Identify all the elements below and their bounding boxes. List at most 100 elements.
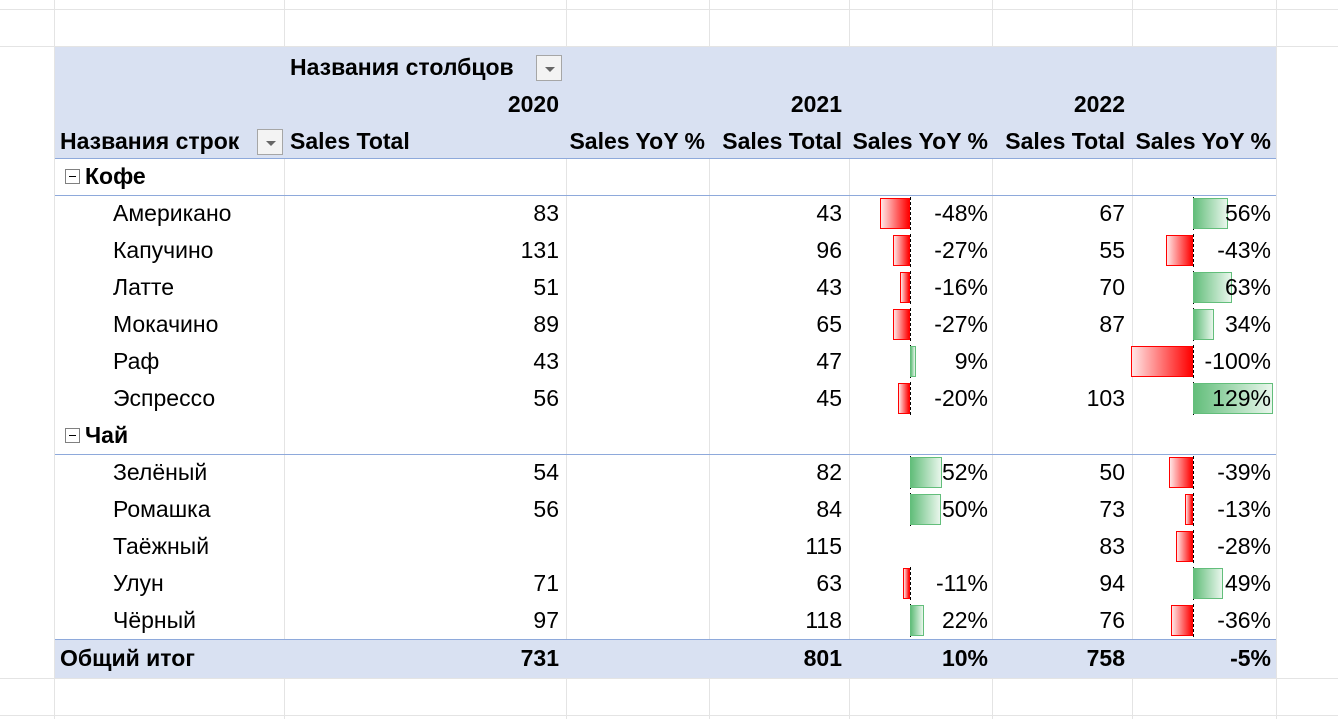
- sales-2021: 43: [816, 274, 842, 300]
- sales-2022: 87: [1099, 311, 1125, 337]
- sales-2022: 70: [1099, 274, 1125, 300]
- rows-header-label: Названия строк: [60, 128, 240, 154]
- sales-2020: 51: [533, 274, 559, 300]
- yoy-2021: -20%: [934, 385, 988, 411]
- sales-2021: 43: [816, 200, 842, 226]
- yoy-2021: [842, 528, 988, 565]
- yoy-2021: -48%: [934, 200, 988, 226]
- yoy-2021: 9%: [954, 348, 988, 374]
- yoy-2021: 52%: [941, 459, 988, 485]
- yoy-2021: -11%: [936, 570, 988, 596]
- sales-2021: 47: [816, 348, 842, 374]
- header-2021-sales-total: Sales Total: [722, 128, 842, 154]
- yoy-2020: [560, 528, 705, 565]
- row-label: Латте: [113, 274, 174, 300]
- yoy-2022: 49%: [1224, 570, 1271, 596]
- grand-total-2022-yoy: -5%: [1230, 645, 1271, 671]
- group-label: Чай: [85, 422, 129, 448]
- columns-filter-dropdown-icon[interactable]: [536, 55, 562, 81]
- collapse-group-icon[interactable]: [65, 169, 80, 184]
- sales-2022: 83: [1099, 533, 1125, 559]
- row-label: Эспрессо: [113, 385, 216, 411]
- sales-2022: 55: [1099, 237, 1125, 263]
- yoy-2021: -27%: [934, 237, 988, 263]
- yoy-2021: -16%: [934, 274, 988, 300]
- yoy-2020: [560, 602, 705, 639]
- yoy-2020: [560, 232, 705, 269]
- sales-2022: 94: [1099, 570, 1125, 596]
- columns-header-label: Названия столбцов: [290, 54, 514, 80]
- yoy-2021: 22%: [941, 607, 988, 633]
- sales-2020: 56: [533, 496, 559, 522]
- grand-total-2020-sales: 731: [520, 645, 559, 671]
- group-label: Кофе: [85, 163, 146, 189]
- header-2022-sales-yoy: Sales YoY %: [1135, 128, 1271, 154]
- row-label: Капучино: [113, 237, 214, 263]
- yoy-2020: [560, 195, 705, 232]
- sales-2021: 84: [816, 496, 842, 522]
- grand-total-label: Общий итог: [60, 645, 195, 671]
- yoy-2022: -13%: [1217, 496, 1271, 522]
- row-label: Раф: [113, 348, 160, 374]
- sales-2022: 76: [1099, 607, 1125, 633]
- collapse-group-icon[interactable]: [65, 428, 80, 443]
- sales-2022: 50: [1099, 459, 1125, 485]
- sales-2020: 83: [533, 200, 559, 226]
- row-label: Зелёный: [113, 459, 208, 485]
- year-2021-header: 2021: [790, 91, 842, 117]
- sales-2021: 45: [816, 385, 842, 411]
- row-label: Чёрный: [113, 607, 196, 633]
- sales-2020: [425, 528, 559, 565]
- sales-2021: 96: [816, 237, 842, 263]
- yoy-2020: [560, 306, 705, 343]
- header-2021-sales-yoy: Sales YoY %: [852, 128, 988, 154]
- sales-2022: 103: [1086, 385, 1125, 411]
- sales-2020: 131: [520, 237, 559, 263]
- header-2020-sales-total: Sales Total: [290, 128, 410, 154]
- yoy-2022: -100%: [1204, 348, 1271, 374]
- grand-total-2021-yoy: 10%: [941, 645, 988, 671]
- row-label: Таёжный: [113, 533, 210, 559]
- yoy-2022: 56%: [1224, 200, 1271, 226]
- yoy-2022: 34%: [1224, 311, 1271, 337]
- grand-total-2021-sales: 801: [803, 645, 842, 671]
- sales-2021: 115: [805, 533, 842, 559]
- sales-2020: 71: [533, 570, 559, 596]
- yoy-2022: 63%: [1224, 274, 1271, 300]
- pivot-table: Названия столбцов 2020 2021 2022 Названи…: [55, 47, 1276, 678]
- grand-total-2022-sales: 758: [1086, 645, 1125, 671]
- sales-2020: 43: [533, 348, 559, 374]
- yoy-2020: [560, 380, 705, 417]
- rows-filter-dropdown-icon[interactable]: [257, 129, 283, 155]
- sales-2020: 89: [533, 311, 559, 337]
- yoy-2022: -39%: [1217, 459, 1271, 485]
- sales-2022: 67: [1099, 200, 1125, 226]
- year-2022-header: 2022: [1073, 91, 1125, 117]
- row-label: Мокачино: [113, 311, 219, 337]
- grand-total-2020-yoy: [560, 640, 705, 677]
- yoy-2021: 50%: [941, 496, 988, 522]
- yoy-2022: 129%: [1212, 385, 1271, 411]
- sales-2020: 54: [533, 459, 559, 485]
- header-2022-sales-total: Sales Total: [1005, 128, 1125, 154]
- sales-2021: 118: [805, 607, 842, 633]
- row-label: Ромашка: [113, 496, 211, 522]
- sales-2020: 56: [533, 385, 559, 411]
- sales-2021: 65: [816, 311, 842, 337]
- sales-2021: 82: [816, 459, 842, 485]
- sales-2022: [988, 343, 1125, 380]
- row-label: Улун: [113, 570, 164, 596]
- yoy-2020: [560, 269, 705, 306]
- yoy-2021: -27%: [934, 311, 988, 337]
- yoy-2022: -36%: [1217, 607, 1271, 633]
- yoy-2020: [560, 565, 705, 602]
- header-2020-sales-yoy: Sales YoY %: [569, 128, 705, 154]
- yoy-2020: [560, 454, 705, 491]
- row-label: Американо: [113, 200, 232, 226]
- yoy-2022: -28%: [1217, 533, 1271, 559]
- yoy-2020: [560, 491, 705, 528]
- sales-2020: 97: [533, 607, 559, 633]
- yoy-2020: [560, 343, 705, 380]
- yoy-2022: -43%: [1217, 237, 1271, 263]
- sales-2021: 63: [816, 570, 842, 596]
